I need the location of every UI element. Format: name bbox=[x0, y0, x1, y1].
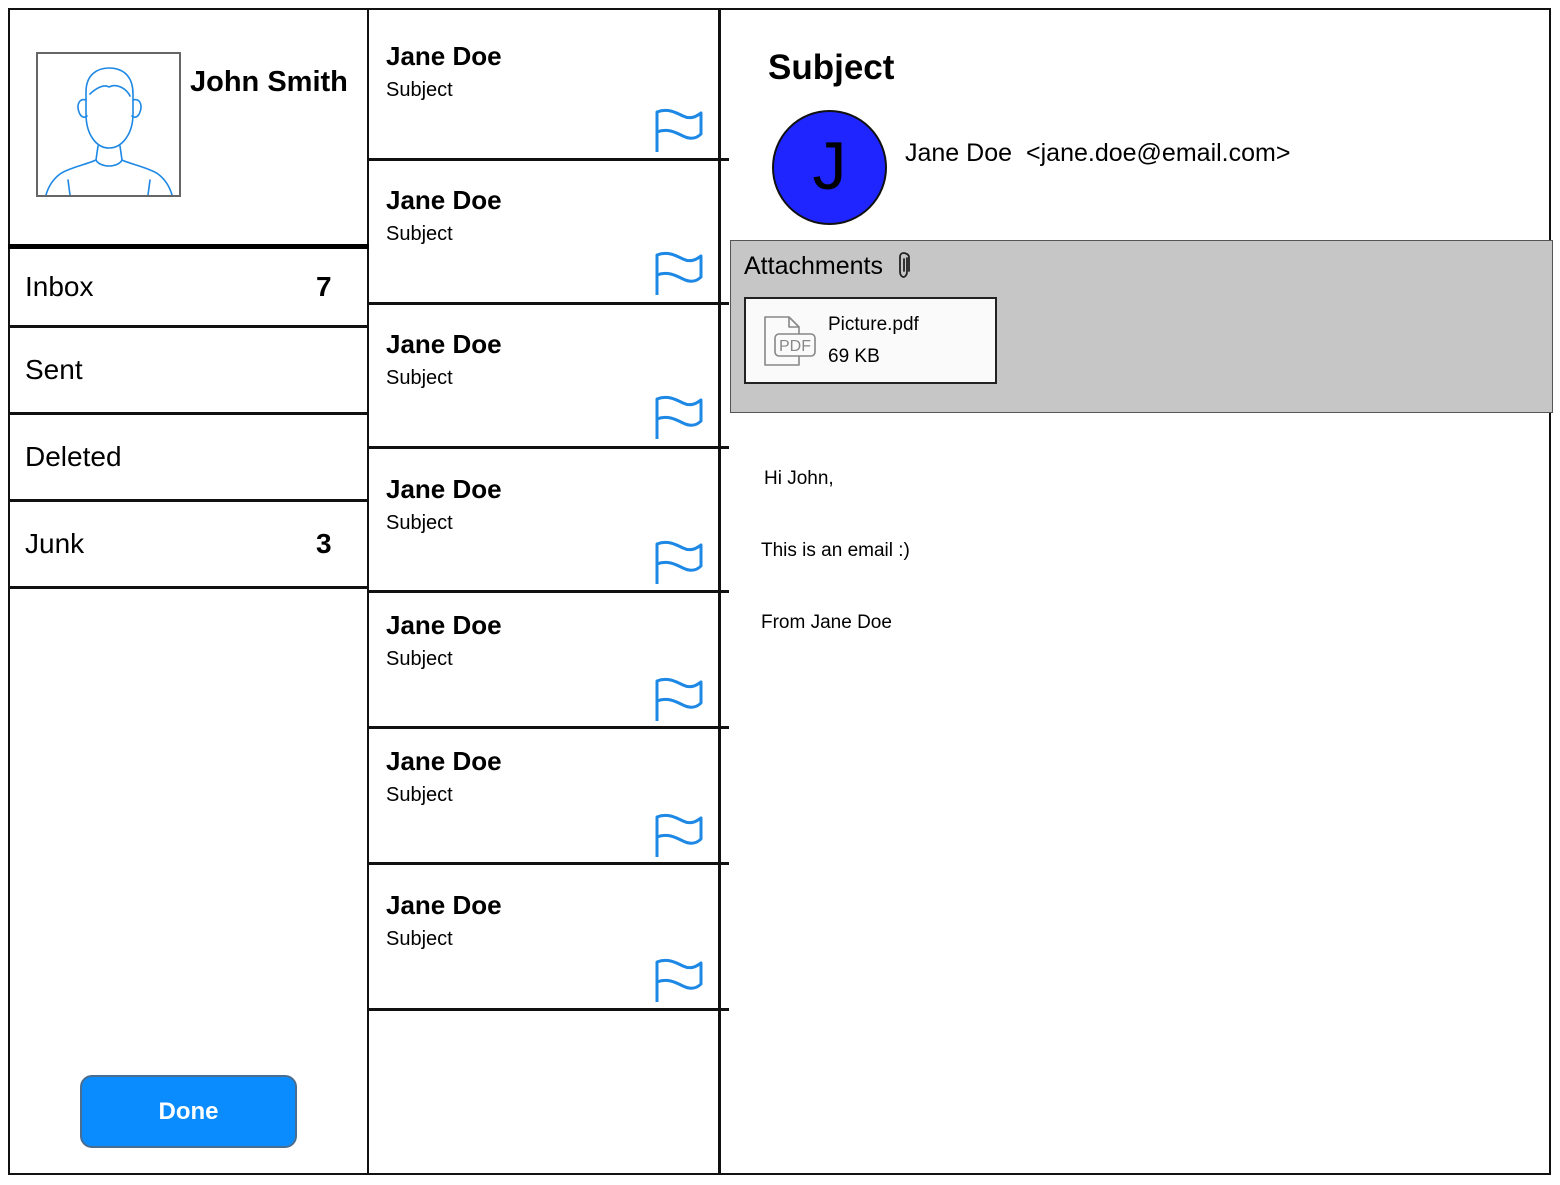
email-body-line: Hi John, bbox=[764, 468, 834, 489]
attachments-label: Attachments bbox=[744, 252, 883, 280]
folder-label: Inbox bbox=[25, 271, 94, 302]
avatar[interactable] bbox=[36, 52, 181, 197]
user-silhouette-icon bbox=[45, 67, 173, 195]
message-item[interactable]: Jane Doe Subject bbox=[369, 8, 729, 161]
attachments-header: Attachments bbox=[744, 251, 912, 281]
message-sender: Jane Doe bbox=[386, 185, 502, 215]
attachment-item[interactable]: PDF Picture.pdf 69 KB bbox=[744, 297, 997, 384]
attachments-panel: Attachments PDF Picture.pdf 69 KB bbox=[730, 240, 1553, 413]
done-button[interactable]: Done bbox=[80, 1075, 297, 1148]
email-subject: Subject bbox=[768, 48, 895, 87]
flag-icon[interactable] bbox=[653, 540, 703, 586]
flag-icon[interactable] bbox=[653, 395, 703, 441]
message-item[interactable]: Jane Doe Subject bbox=[369, 865, 729, 1011]
flag-icon[interactable] bbox=[653, 813, 703, 859]
message-item[interactable]: Jane Doe Subject bbox=[369, 729, 729, 865]
message-sender: Jane Doe bbox=[386, 474, 502, 504]
message-subject: Subject bbox=[386, 928, 453, 950]
flag-icon[interactable] bbox=[653, 958, 703, 1004]
reading-pane: Subject J Jane Doe <jane.doe@email.com> A… bbox=[722, 8, 1553, 1175]
paperclip-icon bbox=[899, 252, 910, 278]
message-item[interactable]: Jane Doe Subject bbox=[369, 449, 729, 593]
folder-junk[interactable]: Junk 3 bbox=[8, 502, 369, 589]
folder-inbox[interactable]: Inbox 7 bbox=[8, 249, 369, 328]
sidebar: John Smith Inbox 7 Sent Deleted Junk 3 D… bbox=[8, 8, 369, 1175]
message-subject: Subject bbox=[386, 367, 453, 389]
pdf-type-label: PDF bbox=[779, 338, 811, 355]
profile-header: John Smith bbox=[8, 8, 369, 249]
message-subject: Subject bbox=[386, 784, 453, 806]
message-subject: Subject bbox=[386, 223, 453, 245]
attachment-name: Picture.pdf bbox=[828, 314, 919, 335]
message-sender: Jane Doe bbox=[386, 41, 502, 71]
flag-icon[interactable] bbox=[653, 251, 703, 297]
folder-label: Sent bbox=[25, 354, 83, 385]
user-name: John Smith bbox=[190, 66, 348, 98]
unread-count: 3 bbox=[316, 528, 332, 559]
sender-email[interactable]: <jane.doe@email.com> bbox=[1026, 139, 1290, 167]
sender-name: Jane Doe bbox=[905, 139, 1013, 167]
folder-label: Junk bbox=[25, 528, 85, 559]
attachment-size: 69 KB bbox=[828, 346, 880, 367]
email-body-line: This is an email :) bbox=[761, 540, 910, 561]
flag-icon[interactable] bbox=[653, 677, 703, 723]
pdf-file-icon: PDF bbox=[764, 316, 816, 366]
folder-deleted[interactable]: Deleted bbox=[8, 415, 369, 502]
message-sender: Jane Doe bbox=[386, 890, 502, 920]
message-sender: Jane Doe bbox=[386, 610, 502, 640]
message-item[interactable]: Jane Doe Subject bbox=[369, 593, 729, 729]
message-sender: Jane Doe bbox=[386, 329, 502, 359]
message-sender: Jane Doe bbox=[386, 746, 502, 776]
folder-label: Deleted bbox=[25, 441, 122, 472]
unread-count: 7 bbox=[316, 271, 332, 302]
message-subject: Subject bbox=[386, 512, 453, 534]
message-item[interactable]: Jane Doe Subject bbox=[369, 305, 729, 449]
message-list: Jane Doe Subject Jane Doe Subject Jane D… bbox=[369, 8, 729, 1175]
message-subject: Subject bbox=[386, 79, 453, 101]
folder-sent[interactable]: Sent bbox=[8, 328, 369, 415]
sender-avatar: J bbox=[772, 110, 887, 225]
flag-icon[interactable] bbox=[653, 108, 703, 154]
email-body-line: From Jane Doe bbox=[761, 612, 892, 633]
message-subject: Subject bbox=[386, 648, 453, 670]
message-item[interactable]: Jane Doe Subject bbox=[369, 161, 729, 305]
sender-info: Jane Doe <jane.doe@email.com> bbox=[905, 139, 1290, 168]
